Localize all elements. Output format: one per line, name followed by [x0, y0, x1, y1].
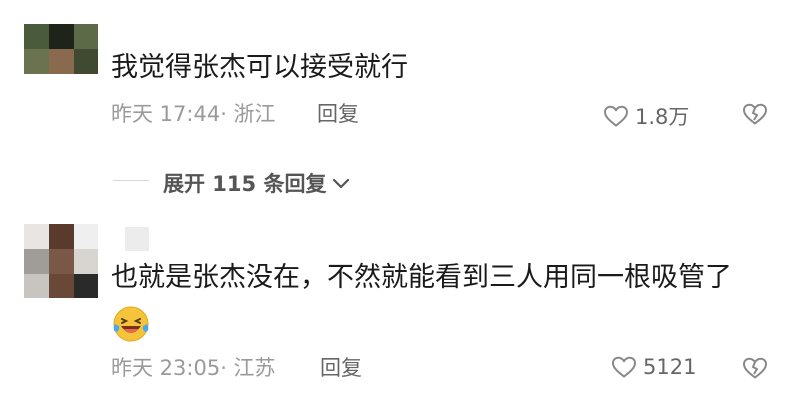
avatar[interactable]	[24, 24, 98, 74]
broken-heart-icon	[742, 356, 768, 380]
comment-time-location: 昨天 23:05· 江苏	[111, 356, 276, 380]
like-count: 5121	[643, 355, 697, 379]
expand-replies-button[interactable]: 展开 115 条回复	[163, 168, 350, 198]
comment-text: 我觉得张杰可以接受就行	[111, 52, 408, 83]
laughing-tears-emoji	[111, 304, 151, 344]
like-button[interactable]: 1.8万	[603, 101, 689, 131]
chevron-down-icon	[332, 171, 350, 195]
reply-button[interactable]: 回复	[320, 355, 362, 381]
broken-heart-icon	[742, 102, 768, 126]
like-button[interactable]: 5121	[611, 355, 696, 379]
dislike-button[interactable]	[742, 356, 768, 380]
reply-button[interactable]: 回复	[317, 101, 359, 127]
username-blurred	[125, 227, 149, 251]
avatar[interactable]	[24, 224, 98, 298]
heart-outline-icon	[603, 104, 629, 128]
comment-time-location: 昨天 17:44· 浙江	[111, 102, 276, 126]
expand-replies-label: 展开 115 条回复	[163, 172, 327, 196]
comment-text: 也就是张杰没在，不然就能看到三人用同一根吸管了	[111, 262, 732, 293]
dislike-button[interactable]	[742, 102, 768, 126]
heart-outline-icon	[611, 355, 637, 379]
like-count: 1.8万	[635, 105, 690, 129]
expand-divider	[113, 180, 149, 181]
